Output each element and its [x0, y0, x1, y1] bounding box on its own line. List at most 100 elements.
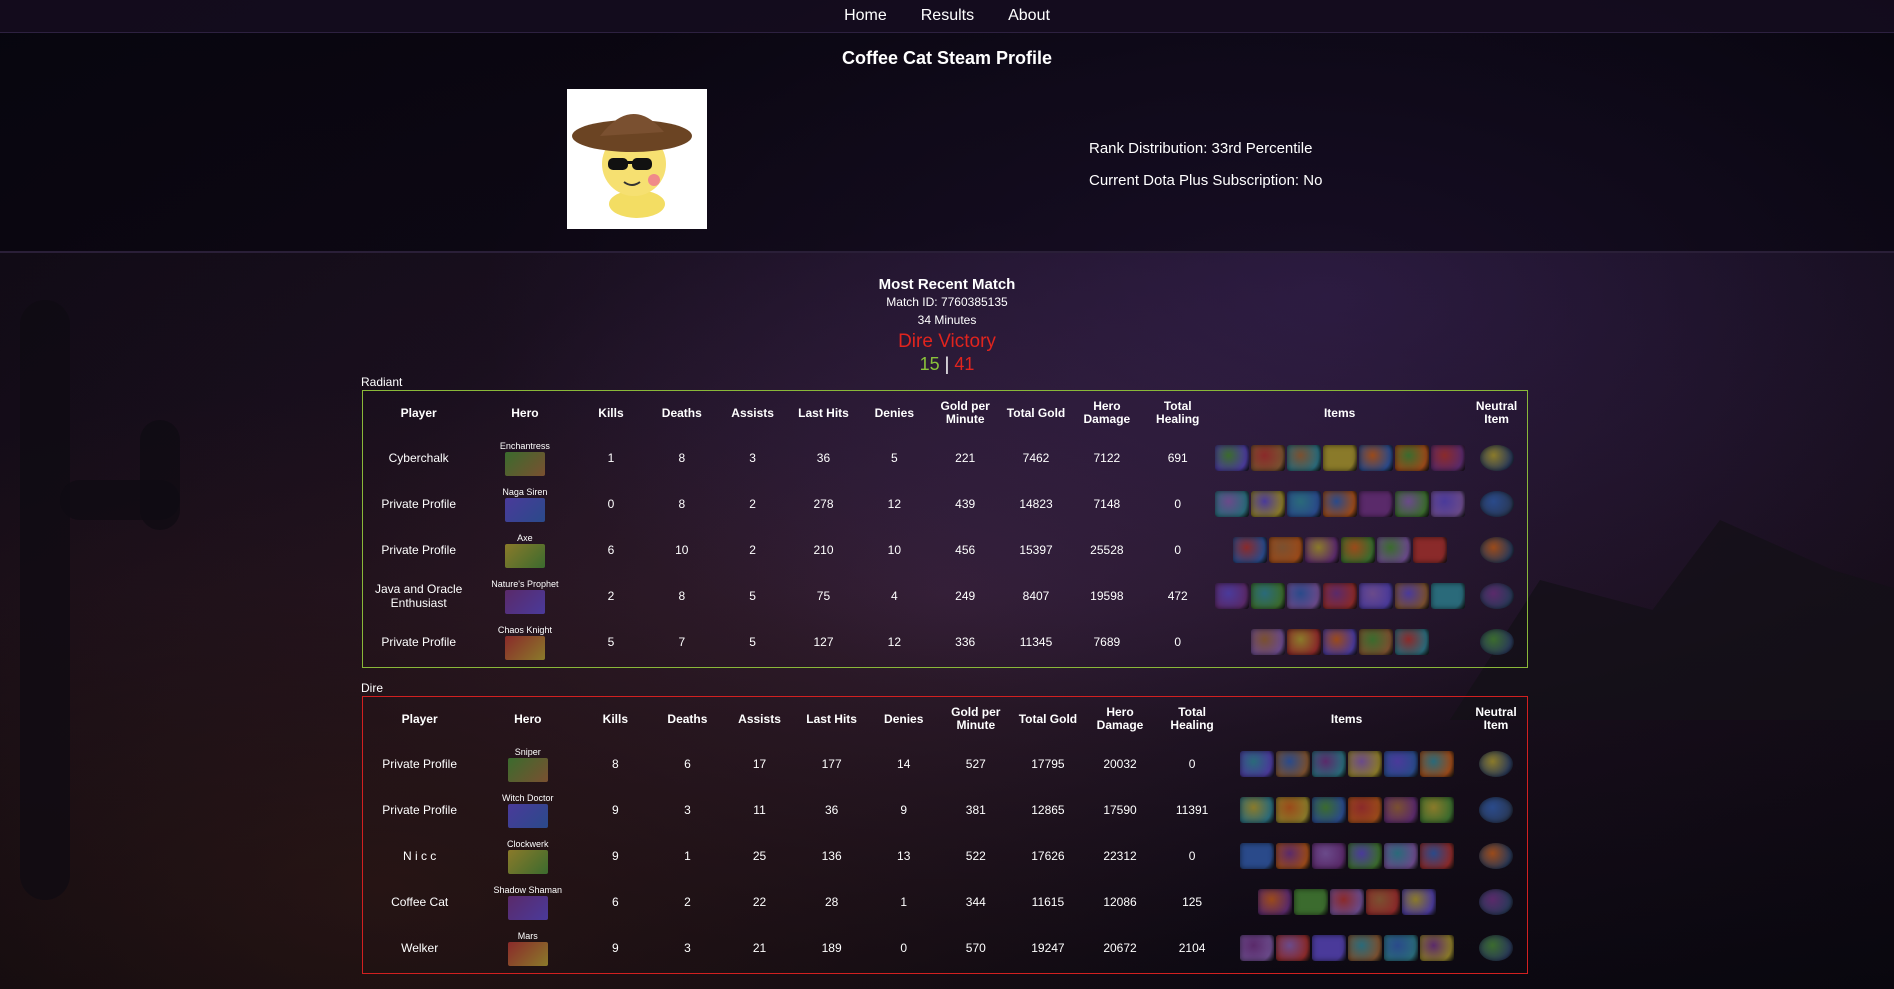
dota-plus-status: Current Dota Plus Subscription: No [1089, 172, 1323, 189]
neutral-item-icon[interactable] [1479, 843, 1514, 869]
item-icon[interactable] [1347, 843, 1382, 869]
item-icon[interactable] [1214, 583, 1249, 609]
item-icon[interactable] [1394, 491, 1429, 517]
item-icon[interactable] [1394, 583, 1429, 609]
radiant-score: 15 [919, 354, 940, 374]
item-icon[interactable] [1311, 843, 1346, 869]
item-icon[interactable] [1286, 491, 1321, 517]
item-icon[interactable] [1401, 889, 1436, 915]
item-icon[interactable] [1358, 445, 1393, 471]
item-icon[interactable] [1322, 629, 1357, 655]
stat-hero-damage: 7122 [1093, 451, 1121, 465]
item-icon[interactable] [1412, 537, 1447, 563]
item-icon[interactable] [1419, 843, 1454, 869]
item-icon[interactable] [1394, 445, 1429, 471]
item-icon[interactable] [1376, 537, 1411, 563]
item-icon[interactable] [1322, 491, 1357, 517]
item-icon[interactable] [1268, 537, 1303, 563]
item-icon[interactable] [1250, 629, 1285, 655]
item-icon[interactable] [1250, 445, 1285, 471]
item-icon[interactable] [1286, 629, 1321, 655]
item-icon[interactable] [1329, 889, 1364, 915]
item-icon[interactable] [1286, 583, 1321, 609]
item-icon[interactable] [1232, 537, 1267, 563]
hero-cell: Nature's Prophet [474, 573, 575, 619]
neutral-item-icon[interactable] [1479, 889, 1514, 915]
stat-deaths: 3 [684, 803, 691, 817]
item-icon[interactable] [1340, 537, 1375, 563]
item-icon[interactable] [1311, 797, 1346, 823]
neutral-item-icon[interactable] [1479, 445, 1514, 471]
stat-total-gold: 8407 [1022, 589, 1050, 603]
item-icon[interactable] [1311, 935, 1346, 961]
item-icon[interactable] [1358, 583, 1393, 609]
item-icon[interactable] [1214, 445, 1249, 471]
item-icon[interactable] [1365, 889, 1400, 915]
dire-label: Dire [361, 681, 384, 695]
neutral-item-icon[interactable] [1479, 935, 1514, 961]
stat-assists: 5 [749, 635, 756, 649]
item-icon[interactable] [1304, 537, 1339, 563]
item-icon[interactable] [1239, 935, 1274, 961]
item-icon[interactable] [1250, 583, 1285, 609]
col-neutral: Neutral Item [1475, 399, 1518, 426]
neutral-item-icon[interactable] [1479, 583, 1514, 609]
item-icon[interactable] [1347, 935, 1382, 961]
neutral-cell [1466, 481, 1527, 527]
item-icon[interactable] [1322, 583, 1357, 609]
item-icon[interactable] [1275, 751, 1310, 777]
item-icon[interactable] [1419, 935, 1454, 961]
item-icon[interactable] [1275, 797, 1310, 823]
stat-deaths: 1 [684, 849, 691, 863]
neutral-item-icon[interactable] [1479, 751, 1514, 777]
item-icon[interactable] [1239, 751, 1274, 777]
item-icon[interactable] [1383, 797, 1418, 823]
item-icon[interactable] [1430, 491, 1465, 517]
hero-portrait-icon [504, 589, 545, 614]
item-icon[interactable] [1394, 629, 1429, 655]
item-icon[interactable] [1419, 751, 1454, 777]
item-icon[interactable] [1419, 797, 1454, 823]
nav-results-link[interactable]: Results [915, 7, 980, 25]
stat-healing: 0 [1188, 757, 1196, 771]
item-icon[interactable] [1383, 843, 1418, 869]
stat-kills: 1 [607, 451, 615, 465]
stat-gpm: 522 [965, 849, 986, 863]
item-icon[interactable] [1275, 843, 1310, 869]
items-cell [1228, 925, 1465, 971]
item-icon[interactable] [1430, 583, 1465, 609]
nav-home-link[interactable]: Home [838, 7, 893, 25]
hero-name: Axe [517, 532, 533, 543]
item-icon[interactable] [1322, 445, 1357, 471]
item-icon[interactable] [1347, 797, 1382, 823]
neutral-item-icon[interactable] [1479, 797, 1514, 823]
neutral-item-icon[interactable] [1479, 491, 1514, 517]
item-icon[interactable] [1383, 751, 1418, 777]
items-cell [1213, 619, 1466, 665]
item-icon[interactable] [1275, 935, 1310, 961]
item-icon[interactable] [1383, 935, 1418, 961]
item-icon[interactable] [1358, 491, 1393, 517]
nav-about-link[interactable]: About [1002, 7, 1056, 25]
item-icon[interactable] [1347, 751, 1382, 777]
item-icon[interactable] [1358, 629, 1393, 655]
col-kills: Kills [602, 711, 629, 726]
neutral-item-icon[interactable] [1479, 537, 1514, 563]
item-icon[interactable] [1286, 445, 1321, 471]
item-icon[interactable] [1250, 491, 1285, 517]
table-row: Welker Mars 9 3 21 189 0 570 19247 20672 2104 [363, 925, 1527, 971]
match-score: 15 | 41 [0, 354, 1894, 375]
item-icon[interactable] [1311, 751, 1346, 777]
neutral-item-icon[interactable] [1479, 629, 1514, 655]
item-icon[interactable] [1239, 843, 1274, 869]
table-row: Private Profile Naga Siren 0 8 2 278 12 439 1482… [363, 481, 1527, 527]
stat-gpm: 527 [965, 757, 986, 771]
item-icon[interactable] [1257, 889, 1292, 915]
stat-gpm: 439 [955, 497, 976, 511]
item-icon[interactable] [1293, 889, 1328, 915]
stat-assists: 2 [749, 543, 756, 557]
col-last-hits: Last Hits [806, 711, 857, 726]
item-icon[interactable] [1214, 491, 1249, 517]
item-icon[interactable] [1430, 445, 1465, 471]
item-icon[interactable] [1239, 797, 1274, 823]
